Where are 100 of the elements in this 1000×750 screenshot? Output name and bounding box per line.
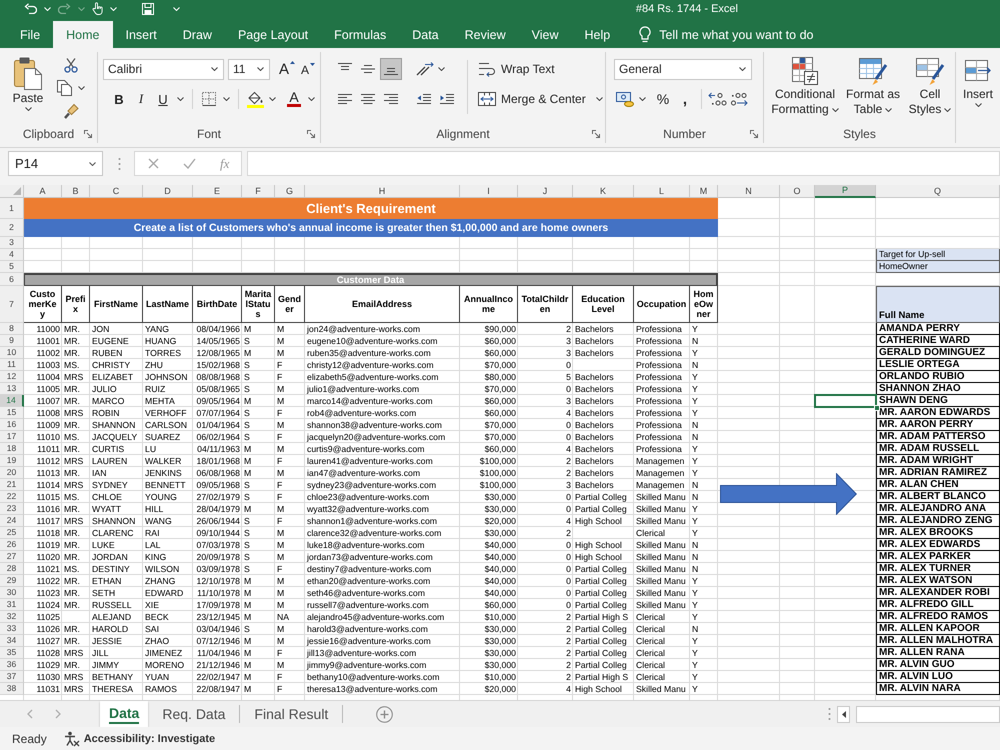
dialog-launcher-icon[interactable] (307, 130, 315, 138)
row-header[interactable]: 28 (0, 563, 24, 575)
bold-button[interactable]: B (108, 88, 130, 110)
column-header[interactable]: L (634, 185, 690, 198)
caret-icon[interactable] (639, 97, 646, 101)
scrollbar-track[interactable] (856, 706, 1000, 722)
wrap-text-button[interactable]: Wrap Text (474, 58, 559, 80)
row-header[interactable]: 11 (0, 359, 24, 371)
column-header[interactable]: O (780, 185, 815, 198)
row-header[interactable]: 16 (0, 419, 24, 431)
ribbon-tab[interactable]: Draw (170, 21, 225, 48)
column-header[interactable]: B (62, 185, 90, 198)
ribbon-tab[interactable]: Formulas (321, 21, 400, 48)
column-header[interactable]: J (518, 185, 573, 198)
copy-button[interactable] (54, 78, 75, 98)
cell-styles-button[interactable]: Cell Styles (906, 52, 954, 118)
ribbon-tab[interactable]: View (518, 21, 572, 48)
row-header[interactable]: 37 (0, 671, 24, 683)
dialog-launcher-icon[interactable] (750, 130, 758, 138)
ribbon-tab[interactable]: Review (452, 21, 519, 48)
row-header[interactable]: 14 (0, 395, 24, 407)
row-header[interactable]: 26 (0, 539, 24, 551)
row-header[interactable]: 30 (0, 587, 24, 599)
row-header[interactable]: 19 (0, 455, 24, 467)
row-header[interactable]: 33 (0, 623, 24, 635)
row-header[interactable]: 24 (0, 515, 24, 527)
plus-icon[interactable] (376, 706, 394, 722)
percent-button[interactable]: % (652, 88, 674, 110)
name-box[interactable]: P14 (8, 151, 103, 176)
column-header[interactable]: M (690, 185, 718, 198)
ribbon-tab[interactable]: Home (53, 21, 112, 48)
scroll-left-button[interactable] (837, 706, 850, 722)
column-header[interactable]: I (460, 185, 518, 198)
sheet-tab[interactable]: Data (100, 701, 148, 727)
ribbon-tab[interactable]: Data (399, 21, 452, 48)
conditional-formatting-button[interactable]: Conditional Formatting (770, 52, 840, 118)
ribbon-tab[interactable]: Insert (112, 21, 170, 48)
hand-pointer-icon[interactable] (92, 2, 103, 15)
ribbon-tab[interactable]: Page Layout (224, 21, 322, 48)
row-header[interactable]: 29 (0, 575, 24, 587)
row-header[interactable]: 38 (0, 683, 24, 695)
row-header[interactable]: 5 (0, 261, 24, 273)
caret-icon[interactable] (308, 97, 315, 101)
save-icon[interactable] (142, 2, 154, 14)
caret-icon[interactable] (78, 86, 85, 90)
row-header[interactable]: 4 (0, 249, 24, 261)
column-header[interactable]: C (90, 185, 143, 198)
row-header[interactable]: 20 (0, 467, 24, 479)
dialog-launcher-icon[interactable] (592, 130, 600, 138)
column-header[interactable]: E (193, 185, 242, 198)
row-header[interactable]: 10 (0, 347, 24, 359)
caret-icon[interactable] (223, 97, 230, 101)
fill-handle[interactable] (874, 405, 880, 411)
comma-button[interactable]: , (674, 88, 696, 110)
column-header[interactable]: Q (876, 185, 1000, 198)
column-header[interactable]: K (573, 185, 634, 198)
row-header[interactable]: 3 (0, 237, 24, 249)
format-as-table-button[interactable]: Format as Table (844, 52, 902, 118)
column-header[interactable]: F (242, 185, 275, 198)
formula-input[interactable] (247, 151, 1000, 176)
bottom-align-button[interactable] (380, 58, 402, 80)
row-header[interactable]: 21 (0, 479, 24, 491)
column-header[interactable]: A (24, 185, 62, 198)
row-header[interactable]: 2 (0, 219, 24, 237)
row-header[interactable]: 23 (0, 503, 24, 515)
column-header[interactable]: D (143, 185, 193, 198)
merge-center-button[interactable]: Merge & Center (474, 88, 590, 110)
paste-button[interactable]: Paste (6, 52, 50, 112)
row-header[interactable]: 18 (0, 443, 24, 455)
lightbulb-icon[interactable] (639, 26, 652, 43)
caret-icon[interactable] (596, 97, 603, 101)
caret-icon[interactable] (177, 97, 184, 101)
dialog-launcher-icon[interactable] (84, 130, 92, 138)
row-header[interactable]: 13 (0, 383, 24, 395)
font-color-button[interactable]: A (283, 88, 305, 110)
shrink-font-button[interactable]: A (299, 58, 317, 80)
row-header[interactable]: 22 (0, 491, 24, 503)
row-header[interactable]: 7 (0, 286, 24, 323)
undo-icon[interactable] (24, 3, 37, 14)
row-header[interactable]: 15 (0, 407, 24, 419)
column-header[interactable]: G (275, 185, 305, 198)
accessibility-button[interactable]: Accessibility: Investigate (64, 730, 216, 746)
row-header[interactable]: 27 (0, 551, 24, 563)
grow-font-button[interactable]: A (277, 58, 297, 80)
underline-button[interactable]: U (152, 88, 174, 110)
check-icon[interactable] (183, 158, 196, 169)
sheet-tab[interactable]: Final Result (240, 705, 344, 723)
row-header[interactable]: 8 (0, 323, 24, 335)
column-header[interactable]: H (305, 185, 460, 198)
column-header[interactable]: N (718, 185, 780, 198)
font-name-dropdown[interactable]: Calibri (103, 58, 224, 80)
row-header[interactable]: 6 (0, 273, 24, 286)
row-header[interactable]: 17 (0, 431, 24, 443)
tell-me-field[interactable]: Tell me what you want to do (659, 28, 840, 42)
ribbon-tab[interactable]: Help (572, 21, 624, 48)
row-header[interactable]: 32 (0, 611, 24, 623)
sheet-tab[interactable]: Req. Data (148, 705, 240, 723)
row-header[interactable]: 31 (0, 599, 24, 611)
ribbon-tab[interactable]: File (7, 21, 54, 48)
row-header[interactable]: 9 (0, 335, 24, 347)
